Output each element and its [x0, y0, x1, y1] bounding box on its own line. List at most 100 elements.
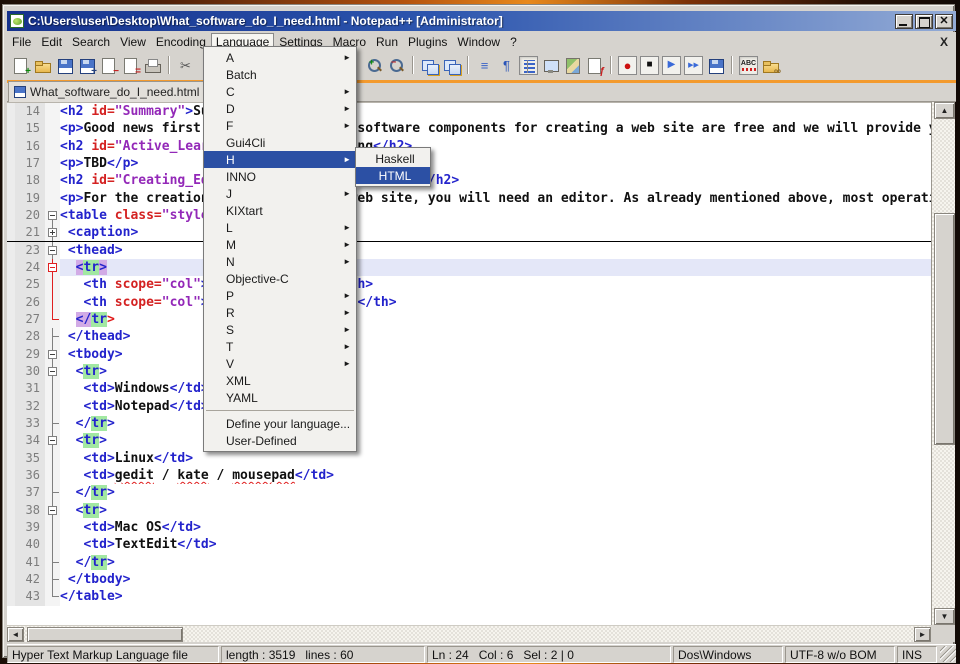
code-line-34[interactable]: 34 <tr> [7, 432, 931, 449]
code-line-38[interactable]: 38 <tr> [7, 502, 931, 519]
fold-margin[interactable] [45, 259, 60, 276]
code-line-35[interactable]: 35 <td>Linux</td> [7, 450, 931, 467]
bookmark-margin[interactable] [7, 588, 15, 605]
print-icon[interactable] [143, 56, 162, 75]
show-all-characters-icon[interactable]: ¶ [497, 56, 516, 75]
maximize-button[interactable] [915, 14, 933, 29]
bookmark-margin[interactable] [7, 415, 15, 432]
language-menu-item-n[interactable]: N► [204, 253, 356, 270]
code-line-33[interactable]: 33 </tr> [7, 415, 931, 432]
language-menu-item-xml[interactable]: XML [204, 372, 356, 389]
submenu-item-haskell[interactable]: Haskell [356, 150, 430, 167]
horizontal-scroll-thumb[interactable] [27, 627, 183, 642]
editor-pane[interactable]: 14<h2 id="Summary">Summary</h2>15<p>Good… [7, 102, 931, 625]
fold-collapse-icon[interactable] [48, 350, 57, 359]
bookmark-margin[interactable] [7, 224, 15, 240]
language-menu-item-v[interactable]: V► [204, 355, 356, 372]
language-menu-item-j[interactable]: J► [204, 185, 356, 202]
zoom-in-icon[interactable]: + [365, 56, 384, 75]
document-map-icon[interactable] [563, 56, 582, 75]
new-file-icon[interactable]: + [11, 56, 30, 75]
resize-grip[interactable] [940, 646, 956, 662]
code-line-16[interactable]: 16<h2 id="Active_Learning">Active Learni… [7, 138, 931, 155]
close-all-icon[interactable]: = [121, 56, 140, 75]
fold-margin[interactable] [45, 346, 60, 363]
code-line-29[interactable]: 29 <tbody> [7, 346, 931, 363]
bookmark-margin[interactable] [7, 242, 15, 259]
bookmark-margin[interactable] [7, 311, 15, 328]
code-line-27[interactable]: 27 </tr> [7, 311, 931, 328]
language-menu-item-gui4cli[interactable]: Gui4Cli [204, 134, 356, 151]
menu-help[interactable]: ? [505, 33, 522, 51]
menu-search[interactable]: Search [67, 33, 115, 51]
fold-margin[interactable] [45, 242, 60, 259]
close-icon[interactable]: − [99, 56, 118, 75]
menu-run[interactable]: Run [371, 33, 403, 51]
language-menu-item-yaml[interactable]: YAML [204, 389, 356, 406]
code-line-41[interactable]: 41 </tr> [7, 554, 931, 571]
language-menu-item-inno[interactable]: INNO [204, 168, 356, 185]
menu-edit[interactable]: Edit [36, 33, 67, 51]
status-encoding[interactable]: UTF-8 w/o BOM [785, 646, 895, 663]
vertical-scroll-thumb[interactable] [934, 213, 955, 445]
bookmark-margin[interactable] [7, 398, 15, 415]
bookmark-margin[interactable] [7, 294, 15, 311]
bookmark-margin[interactable] [7, 502, 15, 519]
bookmark-margin[interactable] [7, 103, 15, 120]
spell-check-icon[interactable]: ABC [739, 56, 758, 75]
fold-margin[interactable] [45, 224, 60, 240]
tab-what-software-do-i-need[interactable]: What_software_do_I_need.html × [8, 81, 222, 102]
code-line-24[interactable]: 24 <tr> [7, 259, 931, 276]
fold-collapse-icon[interactable] [48, 211, 57, 220]
title-bar[interactable]: C:\Users\user\Desktop\What_software_do_I… [7, 11, 956, 31]
save-all-icon[interactable]: + [77, 56, 96, 75]
language-menu-item-l[interactable]: L► [204, 219, 356, 236]
horizontal-scrollbar[interactable]: ◄ ► [7, 625, 931, 642]
fold-collapse-icon[interactable] [48, 246, 57, 255]
bookmark-margin[interactable] [7, 432, 15, 449]
scroll-left-icon[interactable]: ◄ [7, 627, 24, 642]
language-menu-item-s[interactable]: S► [204, 321, 356, 338]
code-line-42[interactable]: 42 </tbody> [7, 571, 931, 588]
bookmark-margin[interactable] [7, 276, 15, 293]
fold-margin[interactable] [45, 363, 60, 380]
minimize-button[interactable] [895, 14, 913, 29]
code-line-18[interactable]: 18<h2 id="Creating_Editing">Creating and… [7, 172, 931, 189]
menu-plugins[interactable]: Plugins [403, 33, 452, 51]
fold-collapse-icon[interactable] [48, 263, 57, 272]
code-line-32[interactable]: 32 <td>Notepad</td> [7, 398, 931, 415]
code-line-28[interactable]: 28 </thead> [7, 328, 931, 345]
indent-guide-icon[interactable] [519, 56, 538, 75]
language-menu-item-d[interactable]: D► [204, 100, 356, 117]
menu-view[interactable]: View [115, 33, 151, 51]
fold-collapse-icon[interactable] [48, 436, 57, 445]
bookmark-margin[interactable] [7, 380, 15, 397]
fold-margin[interactable] [45, 502, 60, 519]
document-close-x[interactable]: X [940, 35, 948, 49]
scroll-right-icon[interactable]: ► [914, 627, 931, 642]
bookmark-margin[interactable] [7, 536, 15, 553]
close-button[interactable] [935, 14, 953, 29]
bookmark-margin[interactable] [7, 138, 15, 155]
language-menu-item-user-defined[interactable]: User-Defined [204, 432, 356, 449]
bookmark-margin[interactable] [7, 363, 15, 380]
code-line-14[interactable]: 14<h2 id="Summary">Summary</h2> [7, 103, 931, 120]
language-menu-item-a[interactable]: A► [204, 49, 356, 66]
sync-scroll-v-icon[interactable] [420, 56, 439, 75]
fold-margin[interactable] [45, 432, 60, 449]
code-line-37[interactable]: 37 </tr> [7, 484, 931, 501]
save-icon[interactable] [55, 56, 74, 75]
macro-stop-icon[interactable]: ■ [640, 56, 659, 75]
code-line-15[interactable]: 15<p>Good news first: all the necessary … [7, 120, 931, 137]
bookmark-margin[interactable] [7, 484, 15, 501]
cut-icon[interactable]: ✂ [176, 56, 195, 75]
bookmark-margin[interactable] [7, 120, 15, 137]
code-line-36[interactable]: 36 <td>gedit / kate / mousepad</td> [7, 467, 931, 484]
user-defined-dialog-icon[interactable] [541, 56, 560, 75]
language-menu-item-kixtart[interactable]: KIXtart [204, 202, 356, 219]
macro-play-icon[interactable]: ▶ [662, 56, 681, 75]
language-menu-item-r[interactable]: R► [204, 304, 356, 321]
language-menu-item-batch[interactable]: Batch [204, 66, 356, 83]
code-line-17[interactable]: 17<p>TBD</p> [7, 155, 931, 172]
language-menu-item-objective-c[interactable]: Objective-C [204, 270, 356, 287]
